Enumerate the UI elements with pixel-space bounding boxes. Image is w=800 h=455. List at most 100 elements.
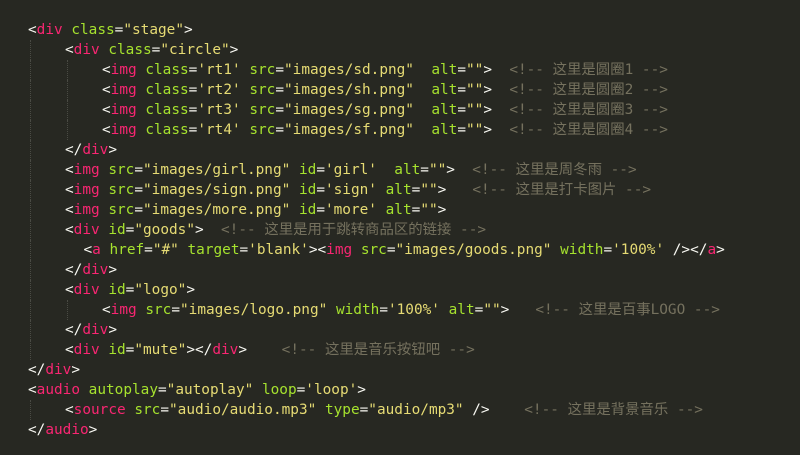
code-punctuation: =	[134, 182, 144, 198]
indent-guide	[67, 80, 68, 100]
code-punctuation	[455, 162, 472, 178]
code-string: ""	[465, 62, 484, 78]
code-line[interactable]: </div>	[28, 360, 80, 380]
code-tag: div	[73, 42, 100, 58]
code-punctuation: <	[102, 82, 111, 98]
code-punctuation: =	[134, 202, 144, 218]
code-line[interactable]: </div>	[30, 140, 117, 160]
code-punctuation: =	[316, 182, 325, 198]
code-line[interactable]: <div class="circle">	[30, 40, 238, 60]
code-punctuation: =	[134, 162, 144, 178]
code-tag: div	[73, 282, 100, 298]
code-punctuation	[492, 102, 509, 118]
code-attribute: alt	[431, 122, 458, 138]
code-string: "images/goods.png"	[395, 242, 552, 258]
code-line[interactable]: <img src="images/logo.png" width='100%' …	[30, 300, 720, 320]
code-punctuation: <	[65, 402, 74, 418]
code-line[interactable]: <source src="audio/audio.mp3" type="audi…	[30, 400, 703, 420]
code-attribute: src	[145, 302, 172, 318]
code-punctuation	[440, 302, 449, 318]
code-punctuation	[179, 242, 188, 258]
code-line[interactable]: <img class='rt2' src="images/sh.png" alt…	[30, 80, 668, 100]
code-string: "images/sh.png"	[284, 82, 414, 98]
code-punctuation: =	[603, 242, 613, 258]
code-string: ""	[465, 82, 484, 98]
code-punctuation	[509, 302, 535, 318]
code-tag: img	[110, 82, 137, 98]
code-tag: img	[110, 102, 137, 118]
code-attribute: alt	[431, 102, 458, 118]
code-attribute: target	[187, 242, 240, 258]
code-line[interactable]: <div id="logo">	[30, 280, 195, 300]
code-attribute: href	[109, 242, 145, 258]
code-line[interactable]: <div id="mute"></div> <!-- 这里是音乐按钮吧 -->	[30, 340, 475, 360]
code-punctuation: <	[65, 162, 74, 178]
code-line[interactable]: </div>	[30, 260, 117, 280]
code-line[interactable]: <img class='rt4' src="images/sf.png" alt…	[30, 120, 668, 140]
code-attribute: src	[360, 242, 387, 258]
code-attribute: class	[145, 122, 189, 138]
code-punctuation: =	[359, 402, 369, 418]
code-punctuation: >	[483, 82, 492, 98]
code-line[interactable]: <img class='rt1' src="images/sd.png" alt…	[30, 60, 668, 80]
indent-guide	[67, 60, 68, 80]
code-string: "goods"	[134, 222, 195, 238]
code-punctuation: >	[716, 242, 725, 258]
code-punctuation: <	[65, 282, 74, 298]
code-line[interactable]: <audio autoplay="autoplay" loop='loop'>	[28, 380, 366, 400]
code-line[interactable]: </div>	[30, 320, 117, 340]
code-attribute: src	[108, 162, 135, 178]
code-tag: img	[110, 62, 137, 78]
code-string: "autoplay"	[166, 382, 254, 398]
code-punctuation: =	[411, 182, 421, 198]
code-punctuation	[414, 102, 431, 118]
code-attribute: autoplay	[88, 382, 158, 398]
code-attribute: id	[108, 222, 126, 238]
code-string: "mute"	[134, 342, 187, 358]
code-line[interactable]: <div class="stage">	[28, 20, 193, 40]
code-punctuation: >	[108, 322, 117, 338]
code-punctuation: >	[186, 282, 195, 298]
indent-guide	[30, 320, 31, 340]
code-punctuation	[492, 82, 509, 98]
code-punctuation: =	[171, 302, 181, 318]
code-punctuation: =	[144, 242, 153, 258]
code-punctuation	[377, 202, 386, 218]
code-string: ""	[483, 302, 501, 318]
code-punctuation	[492, 62, 509, 78]
code-tag: img	[110, 122, 137, 138]
code-punctuation	[290, 162, 299, 178]
code-punctuation	[414, 62, 431, 78]
code-punctuation: <	[83, 242, 93, 258]
code-comment: <!-- 这里是打卡图片 -->	[472, 182, 652, 198]
code-string: ""	[465, 122, 484, 138]
code-punctuation: <	[65, 342, 74, 358]
code-tag: div	[36, 22, 63, 38]
code-punctuation: >	[483, 102, 492, 118]
code-line[interactable]: <div id="goods"> <!-- 这里是用于跳转商品区的链接 -->	[30, 220, 486, 240]
code-comment: <!-- 这里是圆圈3 -->	[509, 102, 668, 118]
code-punctuation: ></	[186, 342, 213, 358]
code-punctuation: </	[65, 322, 83, 338]
code-string: ""	[465, 102, 484, 118]
code-punctuation: /></	[664, 242, 708, 258]
code-string: "audio/audio.mp3"	[169, 402, 317, 418]
code-punctuation: >	[108, 262, 117, 278]
code-line[interactable]: <img src="images/girl.png" id='girl' alt…	[30, 160, 637, 180]
code-attribute: loop	[261, 382, 297, 398]
code-comment: <!-- 这里是周冬雨 -->	[472, 162, 637, 178]
code-punctuation: =	[379, 302, 388, 318]
indent-guide	[30, 340, 31, 360]
code-comment: <!-- 这里是圆圈1 -->	[509, 62, 668, 78]
code-punctuation: >	[88, 422, 98, 438]
code-editor[interactable]: <div class="stage"> <div class="circle"> <…	[0, 0, 800, 455]
code-line[interactable]: <img src="images/sign.png" id='sign' alt…	[30, 180, 652, 200]
code-punctuation	[446, 182, 472, 198]
code-string: "logo"	[134, 282, 187, 298]
code-line[interactable]: </audio>	[28, 420, 97, 440]
code-line[interactable]: <img src="images/more.png" id='more' alt…	[30, 200, 446, 220]
code-string: ""	[420, 182, 438, 198]
code-line[interactable]: <img class='rt3' src="images/sg.png" alt…	[30, 100, 668, 120]
code-string: "audio/mp3"	[368, 402, 464, 418]
code-line[interactable]: <a href="#" target='blank'><img src="ima…	[30, 240, 725, 260]
